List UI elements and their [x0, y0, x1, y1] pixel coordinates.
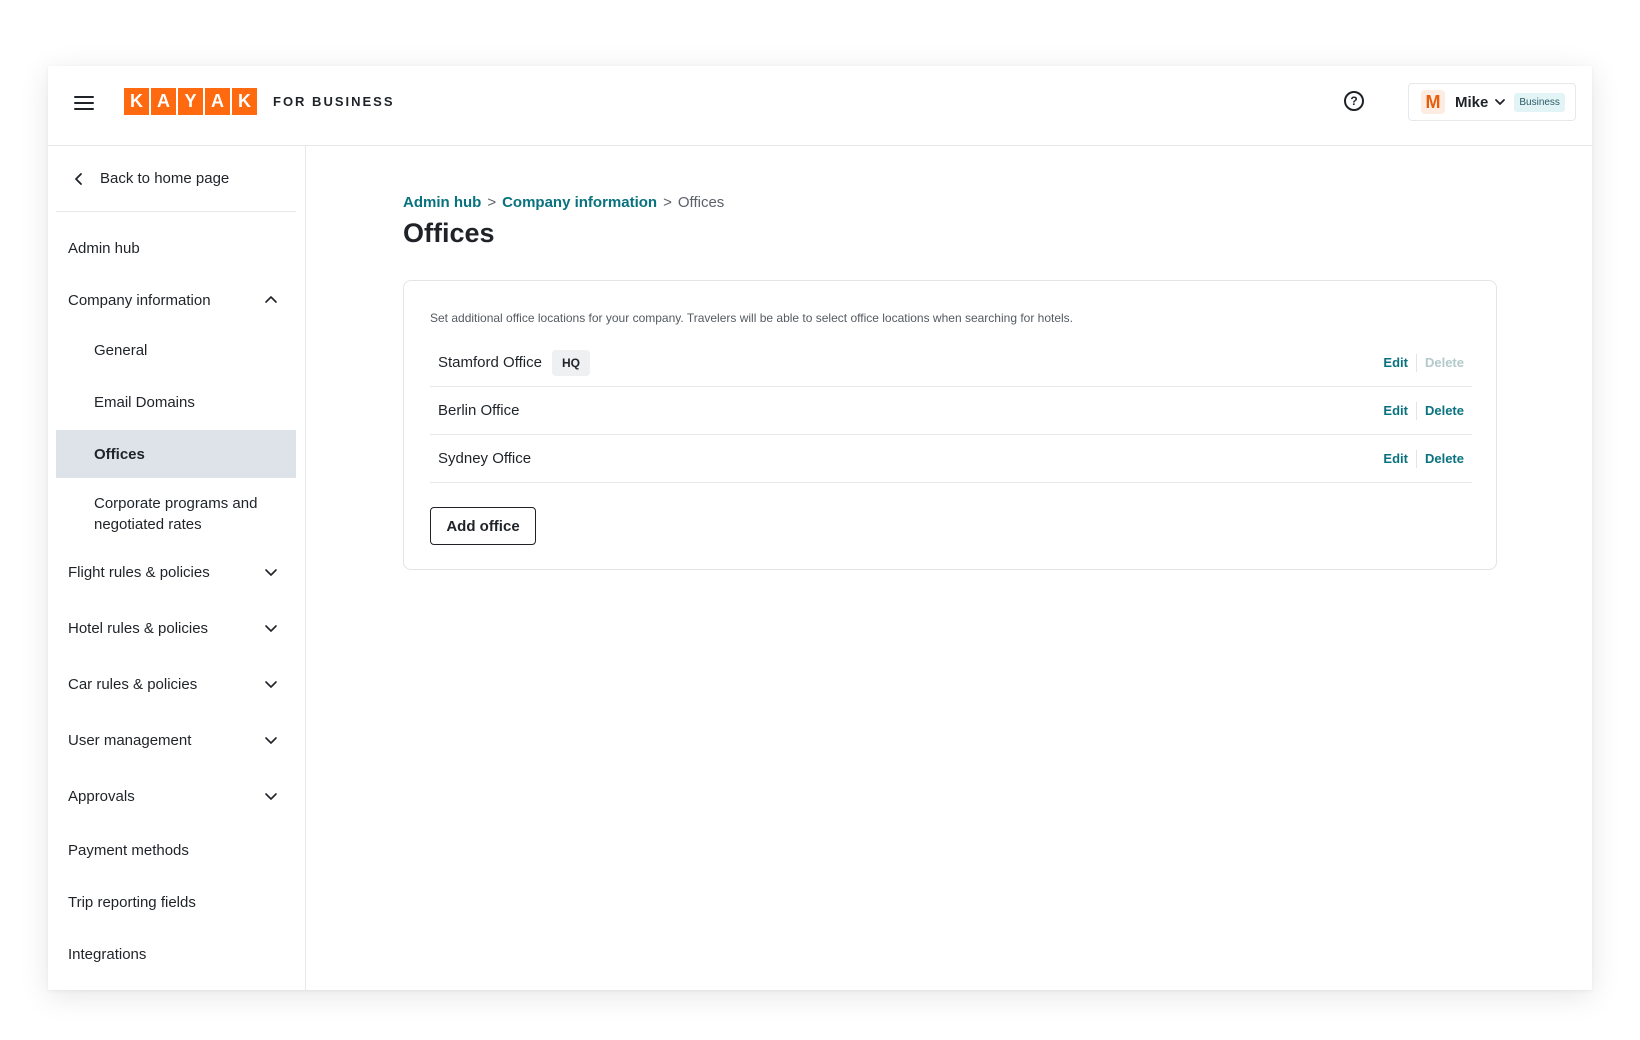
- sidebar-item-general[interactable]: General: [56, 328, 296, 372]
- sidebar: Back to home page Admin hub Company info…: [48, 146, 306, 990]
- sidebar-item-admin-hub[interactable]: Admin hub: [56, 228, 296, 268]
- chevron-down-icon: [265, 793, 277, 800]
- chevron-down-icon: [265, 737, 277, 744]
- sidebar-item-label: Integrations: [68, 945, 147, 963]
- office-name: Stamford Office: [438, 354, 542, 371]
- sidebar-item-car-rules[interactable]: Car rules & policies: [56, 664, 296, 704]
- sidebar-item-label: Car rules & policies: [68, 675, 198, 693]
- sidebar-item-payment-methods[interactable]: Payment methods: [56, 830, 296, 870]
- row-actions: Edit Delete: [1383, 449, 1464, 468]
- breadcrumb-company-information-link[interactable]: Company information: [502, 194, 657, 211]
- offices-card: Set additional office locations for your…: [403, 280, 1497, 570]
- sidebar-item-label: Payment methods: [68, 841, 189, 859]
- sidebar-item-integrations[interactable]: Integrations: [56, 934, 296, 974]
- hq-badge: HQ: [551, 349, 590, 376]
- row-actions: Edit Delete: [1383, 401, 1464, 420]
- brand-suffix: FOR BUSINESS: [273, 94, 395, 109]
- user-menu-button[interactable]: M Mike Business: [1408, 83, 1576, 121]
- back-to-home-link[interactable]: Back to home page: [56, 146, 296, 212]
- delete-office-button: Delete: [1424, 355, 1464, 370]
- top-header: K A Y A K FOR BUSINESS ? M Mike Business: [48, 66, 1592, 146]
- sidebar-item-flight-rules[interactable]: Flight rules & policies: [56, 552, 296, 592]
- office-row-berlin: Berlin Office Edit Delete: [430, 387, 1472, 435]
- sidebar-item-trip-reporting-fields[interactable]: Trip reporting fields: [56, 882, 296, 922]
- sidebar-item-user-management[interactable]: User management: [56, 720, 296, 760]
- kayak-logo[interactable]: K A Y A K: [124, 88, 257, 115]
- sidebar-item-label: General: [94, 341, 148, 359]
- office-name: Sydney Office: [438, 450, 532, 467]
- sidebar-item-label: Flight rules & policies: [68, 563, 210, 581]
- sidebar-item-approvals[interactable]: Approvals: [56, 776, 296, 816]
- sidebar-item-label: Offices: [94, 445, 145, 463]
- logo-letter: A: [205, 88, 230, 115]
- sidebar-item-label: Approvals: [68, 787, 135, 805]
- account-type-badge: Business: [1514, 92, 1565, 112]
- logo-letter: Y: [178, 88, 203, 115]
- offices-description: Set additional office locations for your…: [430, 311, 1074, 325]
- sidebar-item-corporate-programs[interactable]: Corporate programs and negotiated rates: [56, 486, 296, 542]
- sidebar-item-company-information[interactable]: Company information: [56, 276, 296, 324]
- row-actions: Edit Delete: [1383, 353, 1464, 372]
- app-window: K A Y A K FOR BUSINESS ? M Mike Business…: [48, 66, 1592, 990]
- logo-letter: K: [232, 88, 257, 115]
- sidebar-item-label: User management: [68, 731, 192, 749]
- chevron-down-icon: [265, 625, 277, 632]
- breadcrumb-current: Offices: [677, 194, 725, 211]
- office-row-stamford: Stamford Office HQ Edit Delete: [430, 339, 1472, 387]
- office-name: Berlin Office: [438, 402, 520, 419]
- action-divider: [1415, 449, 1417, 468]
- office-row-sydney: Sydney Office Edit Delete: [430, 435, 1472, 483]
- chevron-left-icon: [75, 172, 82, 185]
- logo-letter: A: [151, 88, 176, 115]
- logo-letter: K: [124, 88, 149, 115]
- add-office-button[interactable]: Add office: [430, 507, 536, 545]
- avatar: M: [1421, 90, 1445, 114]
- user-name: Mike: [1455, 93, 1489, 111]
- breadcrumb-admin-hub-link[interactable]: Admin hub: [403, 194, 481, 211]
- breadcrumb-separator: >: [663, 194, 672, 211]
- edit-office-button[interactable]: Edit: [1383, 451, 1408, 466]
- sidebar-item-label: Admin hub: [68, 239, 140, 257]
- sidebar-item-label: Hotel rules & policies: [68, 619, 209, 637]
- help-icon[interactable]: ?: [1344, 91, 1364, 111]
- chevron-down-icon: [265, 681, 277, 688]
- sidebar-item-label: Corporate programs and negotiated rates: [94, 495, 258, 533]
- breadcrumb: Admin hub > Company information > Offices: [403, 194, 724, 211]
- sidebar-item-email-domains[interactable]: Email Domains: [56, 380, 296, 424]
- action-divider: [1415, 401, 1417, 420]
- sidebar-item-offices[interactable]: Offices: [56, 430, 296, 478]
- sidebar-item-label: Company information: [68, 291, 211, 309]
- delete-office-button[interactable]: Delete: [1425, 451, 1464, 466]
- sidebar-item-hotel-rules[interactable]: Hotel rules & policies: [56, 608, 296, 648]
- action-divider: [1415, 353, 1417, 372]
- hamburger-menu-icon[interactable]: [74, 96, 94, 112]
- sidebar-item-label: Email Domains: [94, 393, 195, 411]
- breadcrumb-separator: >: [487, 194, 497, 211]
- chevron-down-icon: [1495, 99, 1506, 105]
- edit-office-button[interactable]: Edit: [1383, 355, 1408, 370]
- delete-office-button[interactable]: Delete: [1425, 403, 1464, 418]
- chevron-down-icon: [265, 569, 277, 576]
- sidebar-item-label: Trip reporting fields: [68, 893, 196, 911]
- back-label: Back to home page: [100, 170, 230, 187]
- chevron-up-icon: [265, 296, 277, 303]
- page-title: Offices: [403, 218, 495, 248]
- edit-office-button[interactable]: Edit: [1383, 403, 1408, 418]
